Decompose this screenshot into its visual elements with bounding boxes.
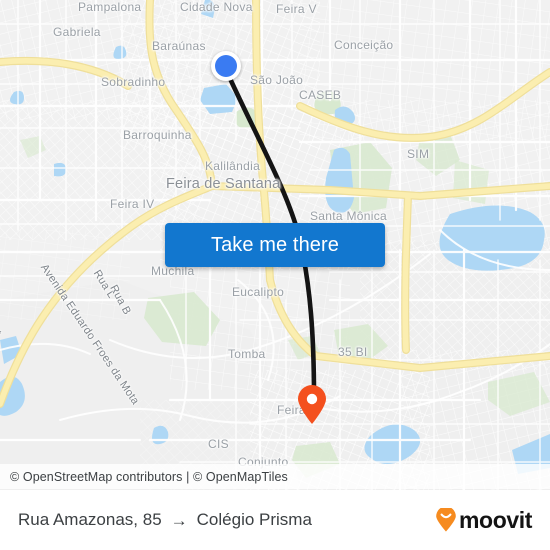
map-attribution-text[interactable]: © OpenStreetMap contributors | © OpenMap… (0, 470, 288, 484)
destination-pin[interactable] (296, 385, 328, 425)
moovit-route-card: Pampalona Cidade Nova Feira V Gabriela Conce… (0, 0, 550, 550)
arrow-right-icon: → (170, 510, 188, 530)
origin-dot-fill (215, 55, 237, 77)
origin-dot[interactable] (211, 51, 241, 81)
moovit-pin-icon (436, 508, 456, 532)
footer-bar: Rua Amazonas, 85 → Colégio Prisma moovit (0, 490, 550, 550)
moovit-wordmark: moovit (459, 506, 532, 533)
route-summary: Rua Amazonas, 85 → Colégio Prisma (18, 490, 312, 550)
route-origin-label: Rua Amazonas, 85 (18, 510, 162, 529)
route-destination-label: Colégio Prisma (196, 510, 312, 529)
destination-pin-icon (298, 385, 326, 424)
moovit-logo[interactable]: moovit (435, 490, 532, 550)
map-canvas[interactable]: Pampalona Cidade Nova Feira V Gabriela Conce… (0, 0, 550, 490)
map-attribution-bar: © OpenStreetMap contributors | © OpenMap… (0, 464, 550, 489)
take-me-there-button[interactable]: Take me there (165, 223, 385, 267)
